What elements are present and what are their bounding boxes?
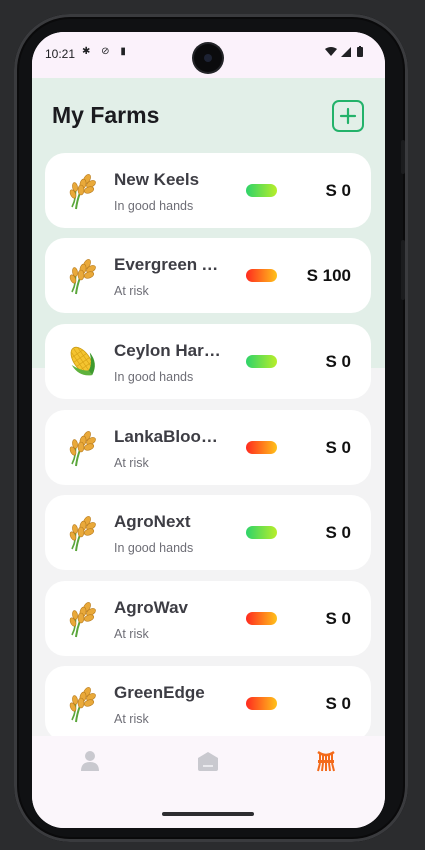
wheat-icon bbox=[63, 171, 103, 211]
farm-card[interactable]: AgroWav At risk S 0 bbox=[45, 581, 371, 656]
farm-name: AgroWav bbox=[114, 598, 188, 617]
farm-status: At risk bbox=[114, 284, 149, 298]
health-indicator bbox=[246, 697, 277, 710]
corn-icon bbox=[63, 342, 103, 382]
farm-status: In good hands bbox=[114, 199, 194, 213]
barn-icon bbox=[198, 752, 218, 771]
wheat-icon bbox=[63, 513, 103, 553]
wifi-signal-battery-icon bbox=[325, 46, 363, 57]
farm-card[interactable]: Ceylon Harv... In good hands S 0 bbox=[45, 324, 371, 399]
health-indicator bbox=[246, 526, 277, 539]
farm-card[interactable]: LankaBloom... At risk S 0 bbox=[45, 410, 371, 485]
front-camera bbox=[194, 44, 222, 72]
farm-amount: S 0 bbox=[325, 438, 351, 457]
farm-status: In good hands bbox=[114, 370, 194, 384]
farm-name: AgroNext bbox=[114, 512, 191, 531]
farm-amount: S 0 bbox=[325, 352, 351, 371]
system-status-icons bbox=[325, 46, 373, 61]
health-indicator bbox=[246, 355, 277, 368]
person-icon bbox=[81, 751, 99, 771]
add-farm-button[interactable] bbox=[332, 100, 364, 132]
health-indicator bbox=[246, 184, 277, 197]
page-title: My Farms bbox=[52, 102, 160, 128]
wheat-bundle-icon bbox=[317, 751, 335, 772]
app-screen: 10:21 ✱ ⊘ ▮ My Farms New Keels In good ha… bbox=[32, 32, 385, 828]
farm-status: At risk bbox=[114, 712, 149, 726]
farm-amount: S 0 bbox=[325, 609, 351, 628]
farm-amount: S 100 bbox=[306, 266, 351, 285]
wheat-icon bbox=[63, 428, 103, 468]
farm-name: Ceylon Harv... bbox=[114, 341, 226, 360]
plus-square-icon bbox=[339, 107, 357, 125]
nav-crops[interactable] bbox=[314, 749, 338, 773]
status-time: 10:21 bbox=[45, 47, 76, 61]
phone-side-button bbox=[401, 140, 405, 174]
notification-icons: ✱ ⊘ ▮ bbox=[82, 46, 130, 57]
farm-amount: S 0 bbox=[325, 181, 351, 200]
health-indicator bbox=[246, 441, 277, 454]
farm-name: GreenEdge bbox=[114, 683, 205, 702]
farm-status: In good hands bbox=[114, 541, 194, 555]
nav-profile[interactable] bbox=[78, 749, 102, 773]
farm-card[interactable]: Evergreen A... At risk S 100 bbox=[45, 238, 371, 313]
farm-card[interactable]: New Keels In good hands S 0 bbox=[45, 153, 371, 228]
health-indicator bbox=[246, 269, 277, 282]
wheat-icon bbox=[63, 256, 103, 296]
farm-card[interactable]: AgroNext In good hands S 0 bbox=[45, 495, 371, 570]
home-indicator[interactable] bbox=[162, 812, 254, 816]
farm-status: At risk bbox=[114, 627, 149, 641]
status-bar: 10:21 ✱ ⊘ ▮ bbox=[32, 32, 385, 78]
farm-amount: S 0 bbox=[325, 694, 351, 713]
health-indicator bbox=[246, 612, 277, 625]
nav-farms[interactable] bbox=[196, 749, 220, 773]
farm-name: LankaBloom... bbox=[114, 427, 226, 446]
farm-amount: S 0 bbox=[325, 523, 351, 542]
farm-name: New Keels bbox=[114, 170, 200, 189]
wheat-icon bbox=[63, 684, 103, 724]
farm-status: At risk bbox=[114, 456, 149, 470]
farm-name: Evergreen A... bbox=[114, 255, 226, 274]
wheat-icon bbox=[63, 599, 103, 639]
phone-volume-button bbox=[401, 240, 405, 300]
farm-card[interactable]: GreenEdge At risk S 0 bbox=[45, 666, 371, 741]
